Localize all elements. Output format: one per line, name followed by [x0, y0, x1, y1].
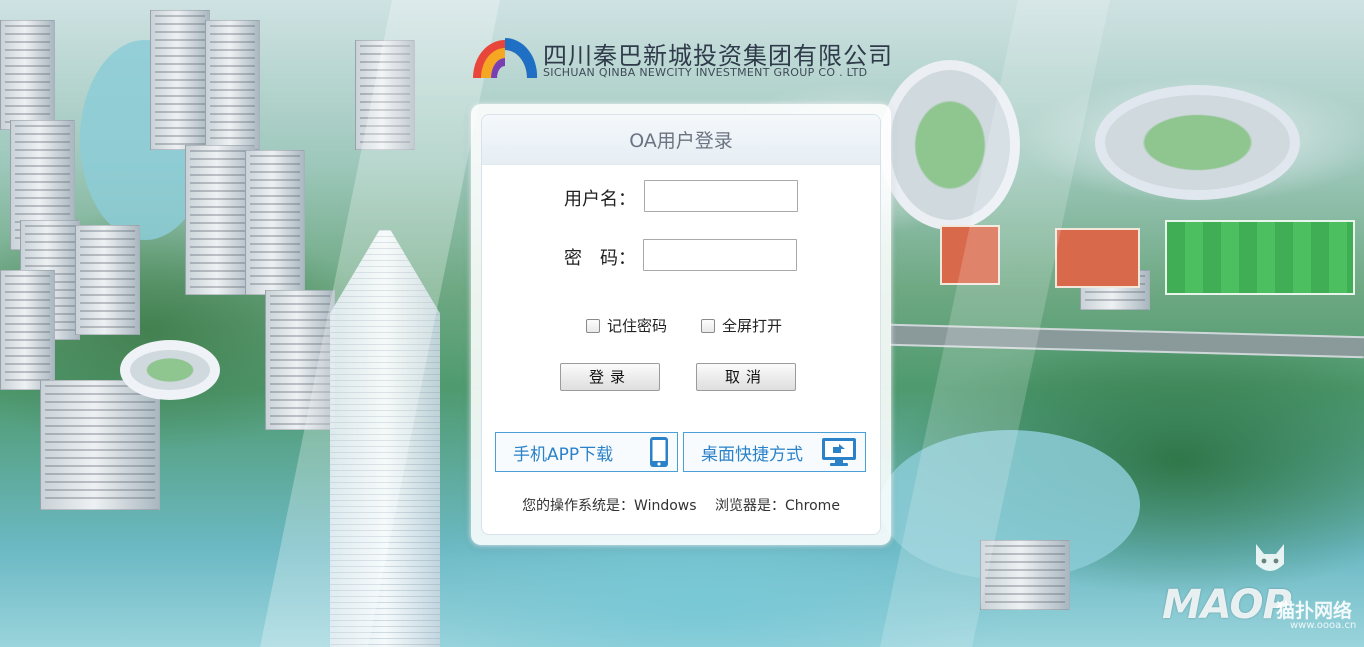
system-info: 您的操作系统是：Windows 浏览器是：Chrome [482, 495, 880, 515]
watermark-brand: MAOP [1162, 582, 1292, 628]
round-stadium [120, 340, 220, 400]
checkbox-box[interactable] [701, 318, 715, 333]
remember-password-checkbox[interactable]: 记住密码 [586, 315, 667, 336]
building [980, 540, 1070, 610]
logo-arch-icon [473, 37, 538, 78]
username-input[interactable] [644, 180, 798, 212]
building [245, 150, 305, 295]
login-button[interactable]: 登录 [560, 363, 660, 391]
desktop-shortcut-label: 桌面快捷方式 [701, 444, 803, 465]
login-title: OA用户登录 [482, 115, 880, 165]
company-name-en: SICHUAN QINBA NEWCITY INVESTMENT GROUP C… [543, 66, 868, 79]
sports-field [1165, 220, 1355, 295]
cancel-button[interactable]: 取消 [696, 363, 796, 391]
os-info: 您的操作系统是：Windows [522, 498, 697, 514]
browser-info: 浏览器是：Chrome [715, 498, 840, 514]
login-card: OA用户登录 用户名： 密 码： 记住密码 全屏打开 登录 取消 手机APP下载… [471, 104, 891, 545]
fullscreen-checkbox[interactable]: 全屏打开 [701, 315, 782, 336]
watermark-url: www.oooa.cn [1290, 620, 1357, 631]
fullscreen-label: 全屏打开 [722, 317, 783, 335]
app-download-label: 手机APP下载 [513, 444, 614, 465]
building [0, 270, 55, 390]
tennis-courts [1055, 228, 1140, 288]
cat-logo-icon [1256, 544, 1284, 571]
monitor-icon [822, 438, 856, 466]
building [0, 20, 55, 130]
checkbox-box[interactable] [586, 318, 600, 333]
watermark-name: 猫扑网络 [1276, 600, 1353, 622]
phone-icon [650, 437, 668, 467]
login-panel: OA用户登录 用户名： 密 码： 记住密码 全屏打开 登录 取消 手机APP下载… [481, 114, 881, 535]
watermark: MAOP 猫扑网络 www.oooa.cn [1160, 540, 1364, 647]
building [75, 225, 140, 335]
username-label: 用户名： [564, 189, 636, 210]
building [150, 10, 210, 150]
password-label: 密 码： [564, 248, 636, 269]
app-download-button[interactable]: 手机APP下载 [495, 432, 678, 472]
desktop-shortcut-button[interactable]: 桌面快捷方式 [683, 432, 866, 472]
building [205, 20, 260, 150]
password-input[interactable] [643, 239, 797, 271]
building [40, 380, 160, 510]
remember-password-label: 记住密码 [607, 317, 668, 335]
company-logo: 四川秦巴新城投资集团有限公司 SICHUAN QINBA NEWCITY INV… [471, 34, 892, 82]
dome-stadium [1095, 85, 1300, 200]
